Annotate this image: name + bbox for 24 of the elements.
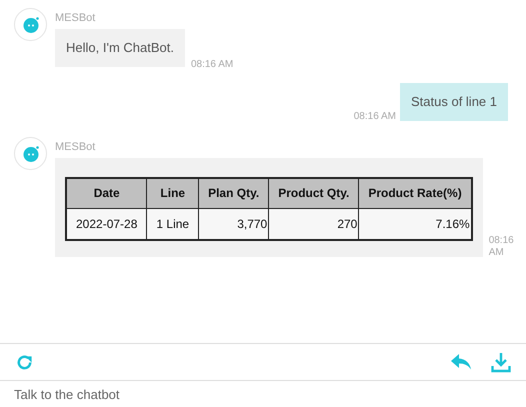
table-cell: 1 Line (146, 208, 199, 240)
message-time: 08:16 AM (354, 111, 396, 123)
message-time: 08:16 AM (190, 59, 234, 71)
column-header: Product Rate(%) (358, 178, 472, 208)
table-cell: 270 (268, 208, 359, 240)
download-button[interactable] (490, 351, 512, 373)
bot-message-bubble: Hello, I'm ChatBot. (55, 29, 185, 67)
refresh-icon (14, 352, 34, 372)
table-cell: 3,770 (198, 208, 269, 240)
table-cell: 2022-07-28 (66, 208, 147, 240)
sender-name: MESBot (55, 140, 96, 154)
table-cell: 7.16% (358, 208, 472, 240)
reply-icon (450, 353, 472, 371)
column-header: Line (146, 178, 199, 208)
download-icon (491, 352, 511, 372)
message-time: 08:16 AM (488, 235, 515, 259)
column-header: Plan Qty. (198, 178, 269, 208)
reply-button[interactable] (450, 352, 472, 372)
bot-face-icon (22, 144, 40, 162)
sender-name: MESBot (55, 11, 96, 25)
bot-face-icon (22, 16, 40, 34)
column-header: Date (66, 178, 147, 208)
user-message-bubble: Status of line 1 (400, 83, 508, 121)
column-header: Product Qty. (268, 178, 359, 208)
